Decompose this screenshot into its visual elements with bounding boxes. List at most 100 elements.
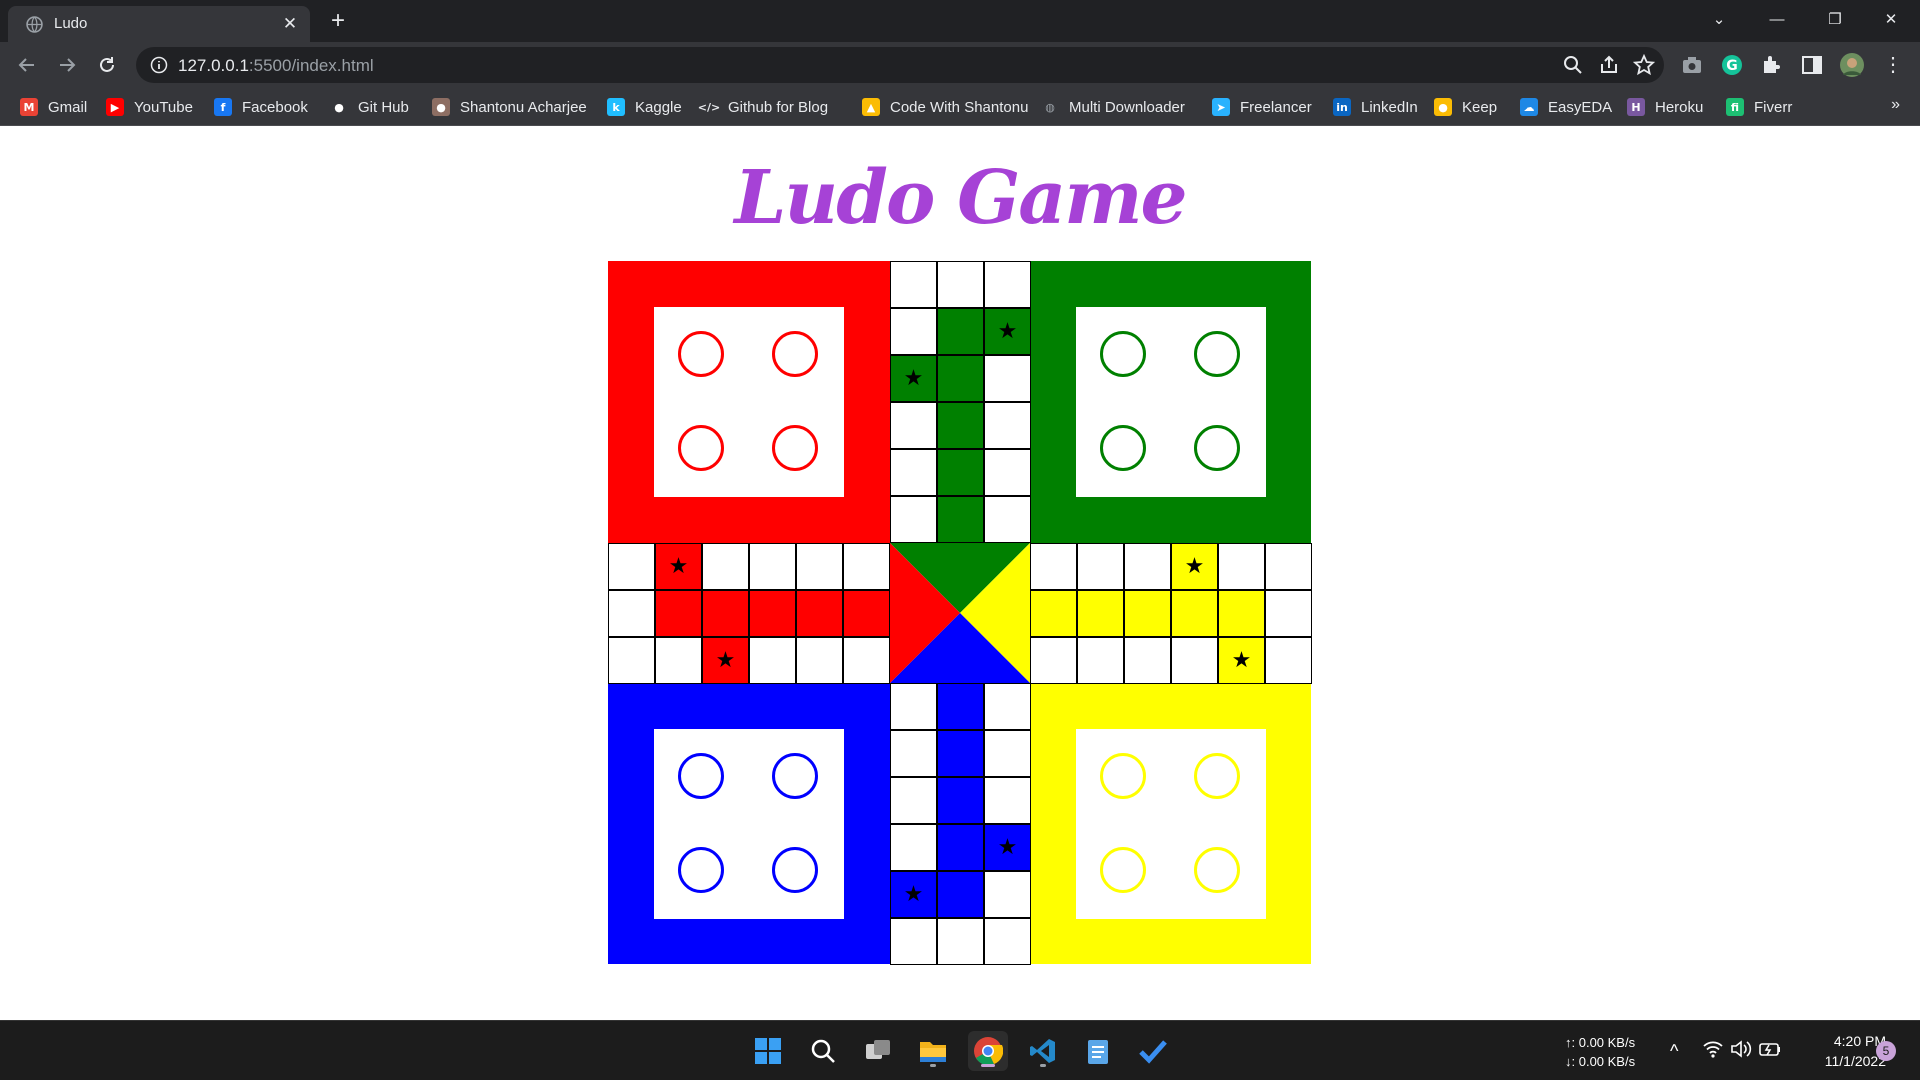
- close-window-button[interactable]: ✕: [1862, 0, 1920, 40]
- path-cell[interactable]: [937, 261, 984, 308]
- blue-token-slot[interactable]: [772, 753, 818, 799]
- path-cell[interactable]: [890, 777, 937, 824]
- path-cell[interactable]: [890, 730, 937, 777]
- extensions-puzzle-icon[interactable]: [1760, 53, 1784, 77]
- path-cell[interactable]: [1218, 590, 1265, 637]
- search-button[interactable]: [803, 1031, 843, 1071]
- browser-tab[interactable]: Ludo ✕: [8, 6, 310, 42]
- red-token-slot[interactable]: [772, 331, 818, 377]
- path-cell[interactable]: ★: [1218, 637, 1265, 684]
- bookmark-youtube[interactable]: ▶ YouTube: [106, 96, 193, 118]
- path-cell[interactable]: [890, 449, 937, 496]
- notepad-app[interactable]: [1078, 1031, 1118, 1071]
- path-cell[interactable]: [1030, 637, 1077, 684]
- url-text[interactable]: 127.0.0.1:5500/index.html: [178, 56, 374, 76]
- path-cell[interactable]: [1265, 590, 1312, 637]
- grammarly-icon[interactable]: G: [1720, 53, 1744, 77]
- path-cell[interactable]: [890, 308, 937, 355]
- path-cell[interactable]: ★: [984, 308, 1031, 355]
- green-token-slot[interactable]: [1100, 425, 1146, 471]
- menu-kebab-icon[interactable]: ⋮: [1878, 50, 1908, 80]
- bookmarks-overflow-button[interactable]: »: [1891, 96, 1900, 114]
- path-cell[interactable]: [984, 918, 1031, 965]
- path-cell[interactable]: [749, 590, 796, 637]
- bookmark-freelancer[interactable]: ➤ Freelancer: [1212, 96, 1312, 118]
- path-cell[interactable]: [1077, 590, 1124, 637]
- path-cell[interactable]: [890, 683, 937, 730]
- tab-close-button[interactable]: ✕: [278, 12, 302, 36]
- path-cell[interactable]: [843, 637, 890, 684]
- path-cell[interactable]: [749, 543, 796, 590]
- yellow-token-slot[interactable]: [1100, 847, 1146, 893]
- path-cell[interactable]: [1077, 637, 1124, 684]
- path-cell[interactable]: ★: [890, 355, 937, 402]
- path-cell[interactable]: [937, 308, 984, 355]
- share-icon[interactable]: [1598, 54, 1620, 76]
- path-cell[interactable]: [984, 449, 1031, 496]
- path-cell[interactable]: [984, 871, 1031, 918]
- path-cell[interactable]: ★: [1171, 543, 1218, 590]
- path-cell[interactable]: [796, 637, 843, 684]
- path-cell[interactable]: [937, 730, 984, 777]
- restore-button[interactable]: ❐: [1806, 0, 1864, 40]
- bookmark-star-icon[interactable]: [1633, 54, 1655, 76]
- green-token-slot[interactable]: [1194, 331, 1240, 377]
- wifi-icon[interactable]: [1702, 1039, 1724, 1059]
- chrome-app[interactable]: [968, 1031, 1008, 1071]
- path-cell[interactable]: [890, 824, 937, 871]
- path-cell[interactable]: [1124, 543, 1171, 590]
- task-view-button[interactable]: [858, 1031, 898, 1071]
- bookmark-fiverr[interactable]: fi Fiverr: [1726, 96, 1792, 118]
- vscode-app[interactable]: [1023, 1031, 1063, 1071]
- path-cell[interactable]: [890, 496, 937, 543]
- battery-icon[interactable]: [1758, 1039, 1782, 1059]
- path-cell[interactable]: [1218, 543, 1265, 590]
- path-cell[interactable]: [937, 355, 984, 402]
- path-cell[interactable]: [890, 402, 937, 449]
- bookmark-facebook[interactable]: f Facebook: [214, 96, 308, 118]
- path-cell[interactable]: [937, 402, 984, 449]
- path-cell[interactable]: [984, 496, 1031, 543]
- path-cell[interactable]: [843, 590, 890, 637]
- bookmark-github-for-blog[interactable]: </> Github for Blog: [698, 96, 828, 118]
- path-cell[interactable]: [655, 637, 702, 684]
- path-cell[interactable]: [937, 449, 984, 496]
- path-cell[interactable]: [702, 590, 749, 637]
- path-cell[interactable]: [1171, 637, 1218, 684]
- path-cell[interactable]: [937, 496, 984, 543]
- path-cell[interactable]: [1030, 543, 1077, 590]
- bookmark-gmail[interactable]: M Gmail: [20, 96, 87, 118]
- path-cell[interactable]: [608, 590, 655, 637]
- blue-token-slot[interactable]: [678, 753, 724, 799]
- path-cell[interactable]: [984, 683, 1031, 730]
- path-cell[interactable]: [1030, 590, 1077, 637]
- bookmark-kaggle[interactable]: k Kaggle: [607, 96, 682, 118]
- yellow-token-slot[interactable]: [1194, 753, 1240, 799]
- yellow-token-slot[interactable]: [1194, 847, 1240, 893]
- forward-button[interactable]: [52, 50, 82, 80]
- path-cell[interactable]: [1077, 543, 1124, 590]
- info-icon[interactable]: [150, 56, 168, 74]
- path-cell[interactable]: [890, 261, 937, 308]
- path-cell[interactable]: [937, 777, 984, 824]
- volume-icon[interactable]: [1730, 1039, 1752, 1059]
- path-cell[interactable]: ★: [702, 637, 749, 684]
- side-panel-icon[interactable]: [1800, 53, 1824, 77]
- tab-search-button[interactable]: ⌄: [1690, 0, 1748, 40]
- path-cell[interactable]: [984, 730, 1031, 777]
- path-cell[interactable]: ★: [890, 871, 937, 918]
- path-cell[interactable]: ★: [984, 824, 1031, 871]
- green-token-slot[interactable]: [1194, 425, 1240, 471]
- path-cell[interactable]: ★: [655, 543, 702, 590]
- bookmark-code-with-shantonu[interactable]: ▲ Code With Shantonu: [862, 96, 1028, 118]
- path-cell[interactable]: [608, 543, 655, 590]
- file-explorer-app[interactable]: [913, 1031, 953, 1071]
- path-cell[interactable]: [937, 918, 984, 965]
- path-cell[interactable]: [1171, 590, 1218, 637]
- path-cell[interactable]: [608, 637, 655, 684]
- bookmark-shantonu-acharjee[interactable]: ● Shantonu Acharjee: [432, 96, 587, 118]
- path-cell[interactable]: [702, 543, 749, 590]
- new-tab-button[interactable]: +: [324, 8, 352, 36]
- path-cell[interactable]: [1124, 590, 1171, 637]
- path-cell[interactable]: [984, 402, 1031, 449]
